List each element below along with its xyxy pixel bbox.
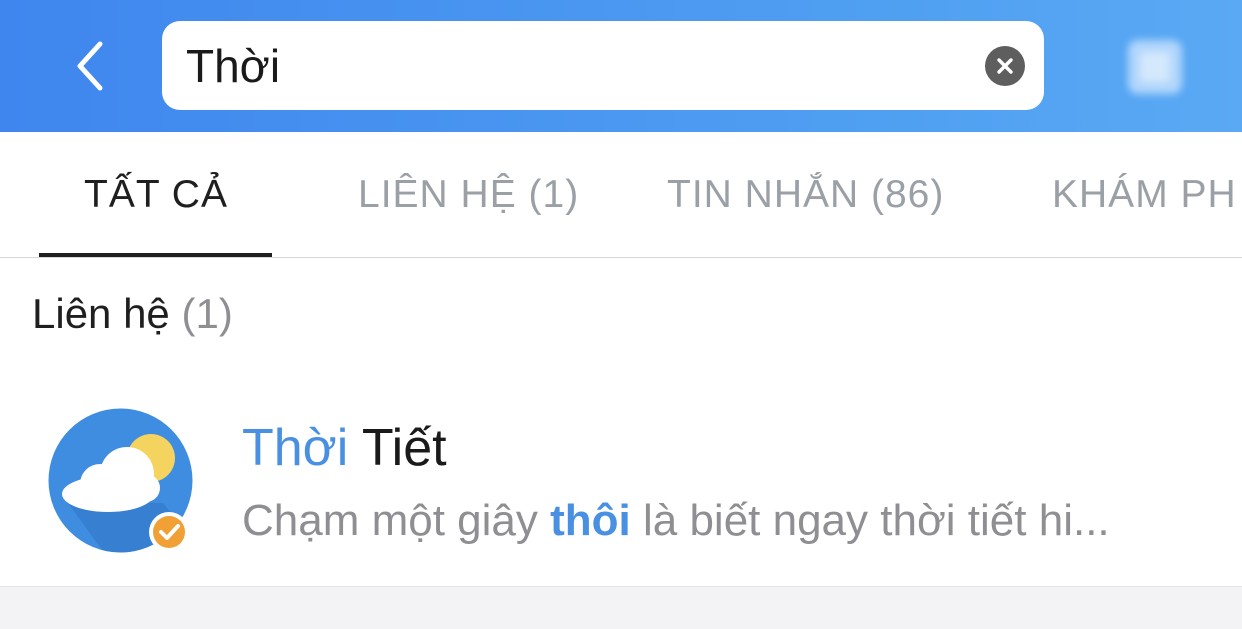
tab-messages[interactable]: TIN NHẮN (86) [667,132,944,257]
desc-before: Chạm một giây [242,496,551,545]
desc-after: là biết ngay thời tiết hi... [630,496,1110,545]
search-bar [162,21,1044,110]
section-title: Liên hệ (1) [32,290,233,338]
tab-all[interactable]: TẤT CẢ [84,132,228,257]
tab-explore[interactable]: KHÁM PH [1052,132,1237,257]
search-input[interactable] [186,21,966,110]
top-bar [0,0,1242,132]
weather-cloud-sun-icon [48,408,193,553]
tab-contacts[interactable]: LIÊN HỆ (1) [358,132,579,257]
contact-description: Chạm một giây thôi là biết ngay thời tiế… [242,496,1110,546]
clear-search-button[interactable] [985,46,1025,86]
chevron-left-icon [77,41,103,91]
active-tab-indicator [39,253,272,257]
qr-scan-icon [1128,40,1182,94]
contact-result-item[interactable]: Thời Tiết Chạm một giây thôi là biết nga… [0,378,1242,587]
contact-name: Thời Tiết [242,418,447,478]
section-title-label: Liên hệ [32,290,170,337]
close-icon [997,58,1013,74]
verified-badge-icon [149,512,189,552]
name-match-highlight: Thời [242,419,349,477]
name-rest: Tiết [348,419,447,477]
back-button[interactable] [62,36,118,96]
list-footer-spacer [0,587,1242,629]
desc-keyword-highlight: thôi [550,496,631,545]
search-tabs: TẤT CẢ LIÊN HỆ (1) TIN NHẮN (86) KHÁM PH [0,132,1242,258]
section-count: (1) [181,290,233,337]
qr-scan-button[interactable] [1122,34,1188,100]
